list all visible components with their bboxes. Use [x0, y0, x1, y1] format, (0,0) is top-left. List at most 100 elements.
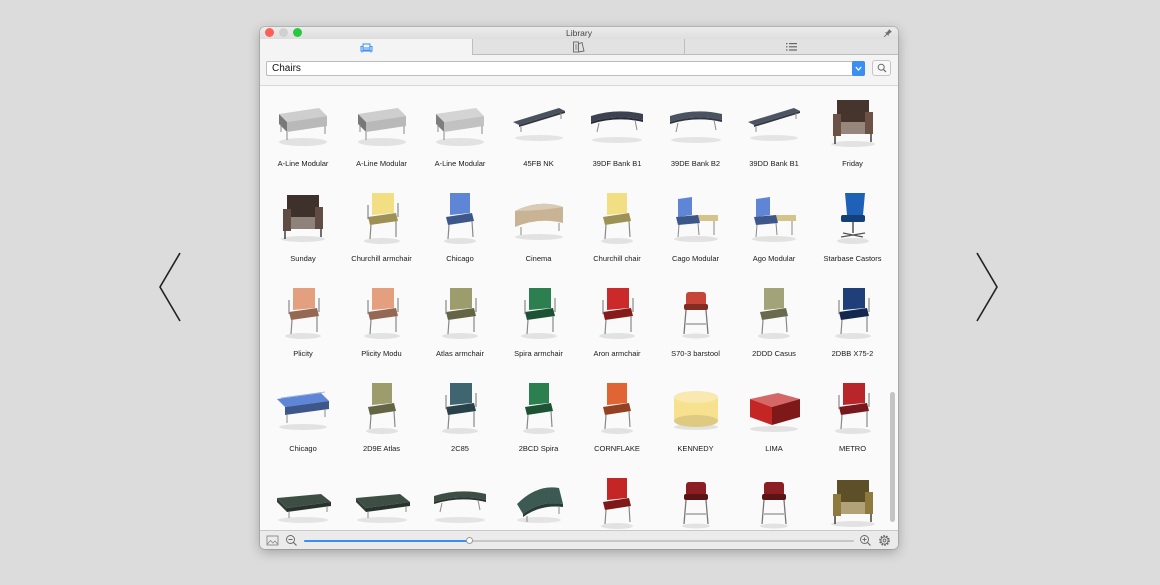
library-item[interactable]: Starbase Castors — [814, 187, 892, 282]
library-item[interactable]: A-Line Modular — [343, 92, 421, 187]
item-label: 2C85 — [451, 444, 469, 453]
item-thumbnail — [673, 391, 718, 430]
dropdown-arrow[interactable] — [852, 61, 865, 76]
item-label: S70-3 barstool — [671, 349, 720, 358]
library-item[interactable]: 39DD Bank B1 — [735, 92, 813, 187]
item-label: A-Line Modular — [356, 159, 407, 168]
gear-icon[interactable] — [878, 534, 891, 547]
library-item[interactable] — [500, 472, 578, 531]
tab-materials[interactable] — [473, 39, 685, 54]
item-thumbnail — [669, 111, 722, 143]
library-item[interactable]: METRO — [814, 377, 892, 472]
library-item[interactable]: 2DDD Casus — [735, 282, 813, 377]
library-item[interactable]: Plicity Modu — [343, 282, 421, 377]
item-thumbnail — [363, 193, 400, 244]
library-item[interactable] — [343, 472, 421, 531]
zoom-out-icon[interactable] — [285, 534, 298, 547]
tab-furniture[interactable] — [260, 39, 473, 55]
library-item[interactable]: Atlas armchair — [421, 282, 499, 377]
item-label: Ago Modular — [752, 254, 796, 263]
library-item[interactable]: KENNEDY — [657, 377, 735, 472]
sofa-icon — [360, 43, 372, 52]
library-item[interactable]: 39DF Bank B1 — [578, 92, 656, 187]
item-thumbnail — [363, 288, 400, 339]
library-item[interactable]: 2D9E Atlas — [343, 377, 421, 472]
item-thumbnail — [436, 108, 484, 146]
library-item[interactable] — [264, 472, 342, 531]
library-item[interactable]: 39DE Bank B2 — [657, 92, 735, 187]
item-thumbnail — [673, 197, 718, 242]
zoom-slider-fill — [304, 540, 469, 542]
item-thumbnail — [279, 108, 327, 146]
zoom-slider-thumb[interactable] — [466, 537, 473, 544]
filter-bar: Chairs — [266, 60, 892, 77]
library-item[interactable]: Chicago — [421, 187, 499, 282]
library-item[interactable]: S70-3 barstool — [657, 282, 735, 377]
item-thumbnail — [281, 195, 325, 242]
zoom-in-icon[interactable] — [859, 534, 872, 547]
item-thumbnail — [591, 111, 643, 143]
item-thumbnail — [522, 383, 555, 434]
library-item[interactable]: Aron armchair — [578, 282, 656, 377]
library-item[interactable]: Churchill armchair — [343, 187, 421, 282]
library-item[interactable]: A-Line Modular — [421, 92, 499, 187]
item-thumbnail — [830, 100, 875, 147]
item-label: Chicago — [289, 444, 317, 453]
item-label: CORNFLAKE — [594, 444, 640, 453]
material-swatch-icon — [573, 41, 585, 52]
item-thumbnail — [442, 383, 478, 434]
library-item[interactable]: Spira armchair — [500, 282, 578, 377]
library-item[interactable]: 2DBB X75-2 — [814, 282, 892, 377]
item-thumbnail — [514, 203, 563, 240]
search-button[interactable] — [872, 60, 891, 76]
library-item[interactable]: Cinema — [500, 187, 578, 282]
item-thumbnail — [599, 288, 635, 339]
tab-list[interactable] — [685, 39, 898, 54]
bottom-toolbar — [260, 530, 898, 549]
item-label: Starbase Castors — [823, 254, 882, 263]
chevron-down-icon — [855, 66, 862, 71]
item-label: Chicago — [446, 254, 474, 263]
previous-arrow[interactable] — [155, 252, 185, 322]
library-item[interactable]: 2C85 — [421, 377, 499, 472]
item-label: 2DBB X75-2 — [831, 349, 874, 358]
library-item[interactable]: 2BCD Spira — [500, 377, 578, 472]
library-item[interactable] — [578, 472, 656, 531]
library-item[interactable]: Cago Modular — [657, 187, 735, 282]
category-select[interactable]: Chairs — [266, 61, 865, 76]
zoom-slider[interactable] — [304, 537, 854, 544]
item-label: Cago Modular — [671, 254, 720, 263]
library-item[interactable] — [814, 472, 892, 531]
library-item[interactable]: Chicago — [264, 377, 342, 472]
library-item[interactable]: LIMA — [735, 377, 813, 472]
item-label: Churchill armchair — [351, 254, 412, 263]
library-item[interactable]: Churchill chair — [578, 187, 656, 282]
library-item[interactable]: Ago Modular — [735, 187, 813, 282]
library-item[interactable] — [421, 472, 499, 531]
item-label: A-Line Modular — [434, 159, 486, 168]
item-thumbnail — [748, 108, 800, 141]
pin-icon[interactable] — [883, 28, 893, 38]
library-item[interactable] — [657, 472, 735, 531]
item-thumbnail — [830, 480, 875, 527]
library-item[interactable]: 45FB NK — [500, 92, 578, 187]
item-thumbnail — [601, 383, 633, 434]
item-thumbnail — [760, 482, 788, 529]
item-label: Atlas armchair — [436, 349, 484, 358]
category-value: Chairs — [272, 63, 301, 74]
item-thumbnail — [516, 487, 563, 523]
item-thumbnail — [285, 288, 321, 339]
item-thumbnail — [277, 494, 331, 523]
item-thumbnail — [834, 383, 871, 434]
library-item[interactable] — [735, 472, 813, 531]
library-item[interactable]: Plicity — [264, 282, 342, 377]
next-arrow[interactable] — [972, 252, 1002, 322]
image-icon[interactable] — [266, 534, 279, 547]
library-item[interactable]: Sunday — [264, 187, 342, 282]
item-thumbnail — [434, 491, 486, 523]
library-item[interactable]: Friday — [814, 92, 892, 187]
library-item[interactable]: A-Line Modular — [264, 92, 342, 187]
library-item[interactable]: CORNFLAKE — [578, 377, 656, 472]
title-bar: Library — [260, 27, 898, 39]
vertical-scrollbar[interactable] — [890, 392, 895, 522]
